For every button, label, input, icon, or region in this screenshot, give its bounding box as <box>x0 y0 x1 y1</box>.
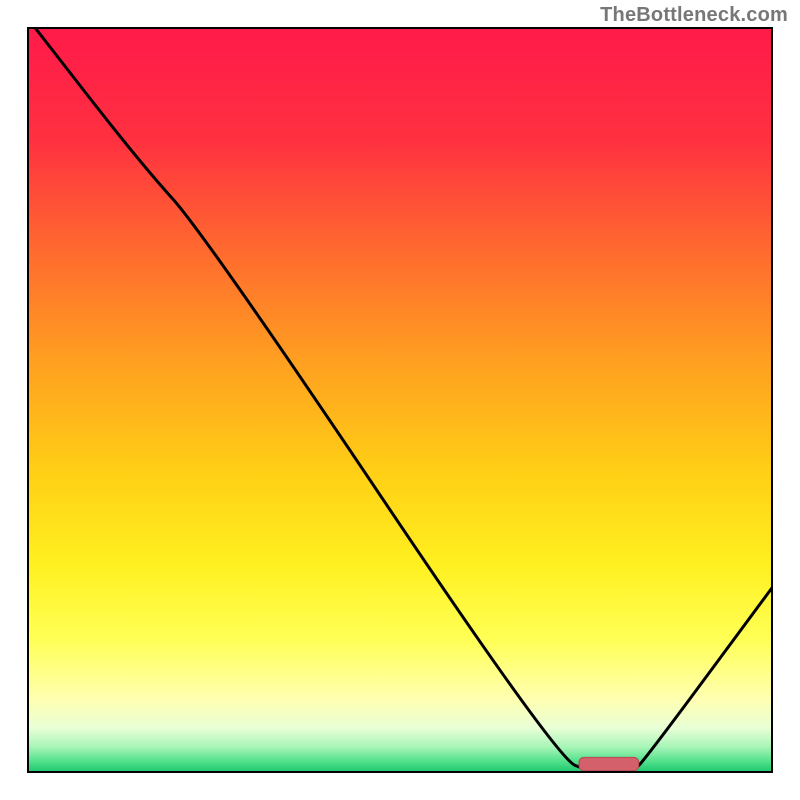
optimal-marker <box>579 757 639 770</box>
watermark-text: TheBottleneck.com <box>600 4 788 27</box>
bottleneck-chart <box>27 27 773 773</box>
gradient-background <box>27 27 773 773</box>
